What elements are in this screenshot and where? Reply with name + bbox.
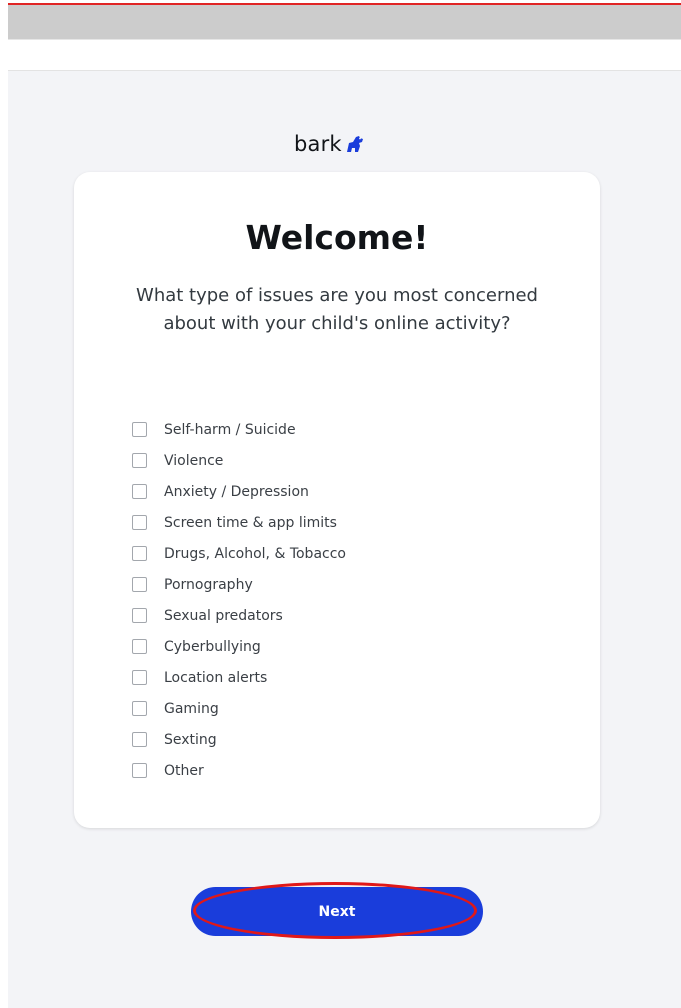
option-label: Drugs, Alcohol, & Tobacco [164,545,346,562]
option-label: Sexting [164,731,217,748]
dog-icon [346,136,363,152]
option-screen-time-app-limits[interactable]: Screen time & app limits [132,507,552,538]
checkbox[interactable] [132,608,147,623]
option-label: Self-harm / Suicide [164,421,296,438]
checkbox[interactable] [132,453,147,468]
checkbox[interactable] [132,484,147,499]
checkbox[interactable] [132,763,147,778]
checkbox[interactable] [132,515,147,530]
option-label: Screen time & app limits [164,514,337,531]
option-label: Anxiety / Depression [164,483,309,500]
page-header-strip [8,39,681,71]
option-drugs-alcohol-tobacco[interactable]: Drugs, Alcohol, & Tobacco [132,538,552,569]
question-text: What type of issues are you most concern… [136,285,538,334]
option-label: Location alerts [164,669,268,686]
checkbox[interactable] [132,639,147,654]
option-sexting[interactable]: Sexting [132,724,552,755]
option-gaming[interactable]: Gaming [132,693,552,724]
option-location-alerts[interactable]: Location alerts [132,662,552,693]
page-title: Welcome! [245,218,429,257]
option-violence[interactable]: Violence [132,445,552,476]
questionnaire-card: Welcome! What type of issues are you mos… [74,172,600,828]
bark-logo: bark [294,131,366,157]
checkbox[interactable] [132,577,147,592]
onboarding-page: bark Welcome! What type of issues are yo… [8,71,681,1008]
checkbox[interactable] [132,732,147,747]
option-label: Pornography [164,576,253,593]
issue-options-list: Self-harm / Suicide Violence Anxiety / D… [132,414,552,786]
option-label: Sexual predators [164,607,283,624]
next-button[interactable]: Next [191,887,483,936]
option-anxiety-depression[interactable]: Anxiety / Depression [132,476,552,507]
option-sexual-predators[interactable]: Sexual predators [132,600,552,631]
checkbox[interactable] [132,701,147,716]
option-label: Other [164,762,204,779]
browser-toolbar [8,3,681,39]
option-self-harm-suicide[interactable]: Self-harm / Suicide [132,414,552,445]
checkbox[interactable] [132,670,147,685]
option-label: Violence [164,452,224,469]
checkbox[interactable] [132,546,147,561]
option-label: Gaming [164,700,219,717]
logo-text: bark [294,132,342,156]
checkbox[interactable] [132,422,147,437]
option-other[interactable]: Other [132,755,552,786]
option-pornography[interactable]: Pornography [132,569,552,600]
option-cyberbullying[interactable]: Cyberbullying [132,631,552,662]
option-label: Cyberbullying [164,638,261,655]
